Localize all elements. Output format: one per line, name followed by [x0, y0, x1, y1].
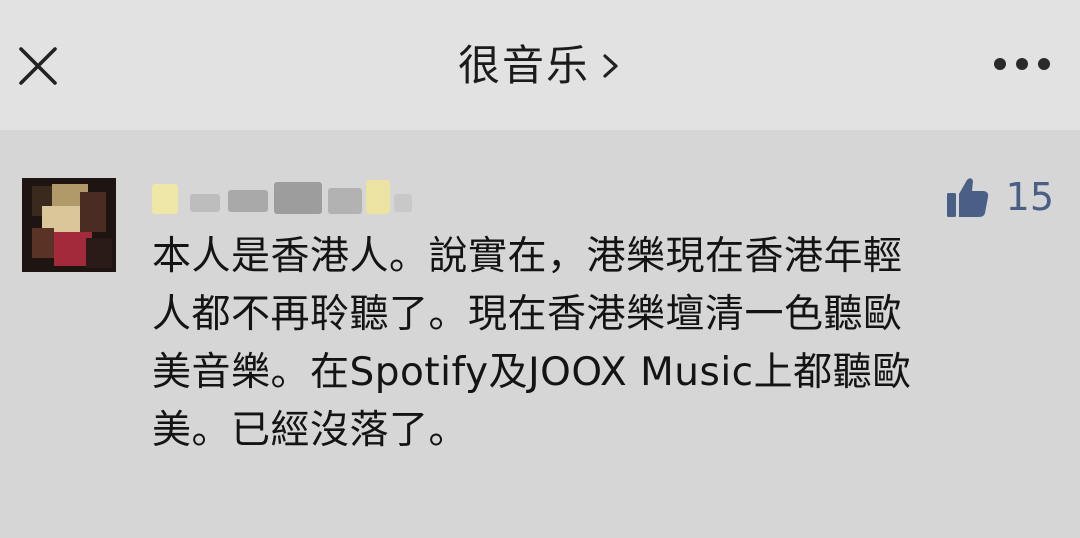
comment-text: 本人是香港人。說實在，港樂現在香港年輕 人都不再聆聽了。現在香港樂壇清一色聽歐 …	[152, 228, 1042, 460]
thumbs-up-icon	[946, 178, 988, 217]
title-link[interactable]: 很音乐	[0, 36, 1080, 96]
blur-block	[366, 180, 390, 214]
top-navigation-bar: 很音乐	[0, 0, 1080, 130]
blur-block	[152, 184, 178, 214]
blur-block	[190, 194, 220, 212]
comment-line: 人都不再聆聽了。現在香港樂壇清一色聽歐	[152, 292, 903, 337]
more-dot-icon	[1016, 58, 1028, 70]
comment-item: 15 本人是香港人。說實在，港樂現在香港年輕 人都不再聆聽了。現在香港樂壇清一色…	[0, 130, 1080, 538]
page-title: 很音乐	[457, 41, 590, 90]
more-options-button[interactable]	[994, 48, 1050, 80]
avatar-pixel	[80, 192, 106, 232]
page: 很音乐 15 本人是香港人。說實在，港樂現在香港年輕 人都不再聆聽了。現在香港樂…	[0, 0, 1080, 538]
blur-block	[328, 188, 362, 214]
avatar[interactable]	[22, 178, 116, 272]
comment-line: 美音樂。在Spotify及JOOX Music上都聽歐	[152, 350, 912, 395]
blur-block	[274, 182, 322, 214]
avatar-pixel	[86, 238, 112, 268]
comment-line: 美。已經沒落了。	[152, 408, 469, 453]
blur-block	[394, 194, 412, 212]
username-blurred[interactable]	[152, 178, 422, 218]
avatar-pixel	[32, 228, 54, 258]
more-dot-icon	[994, 58, 1006, 70]
comment-line: 本人是香港人。說實在，港樂現在香港年輕	[152, 234, 903, 279]
chevron-right-icon	[603, 54, 618, 78]
blur-block	[228, 190, 268, 212]
like-button[interactable]: 15	[946, 172, 1054, 222]
more-dot-icon	[1038, 58, 1050, 70]
like-count: 15	[1005, 175, 1054, 219]
